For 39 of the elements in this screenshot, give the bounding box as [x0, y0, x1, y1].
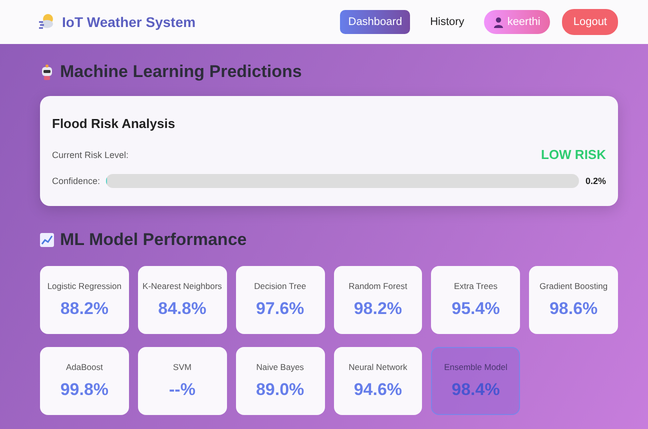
model-accuracy: 98.4%: [452, 380, 500, 400]
model-name: Naive Bayes: [256, 362, 304, 372]
section-title: Machine Learning Predictions: [60, 62, 302, 82]
logout-button[interactable]: Logout: [562, 9, 618, 35]
section-title: ML Model Performance: [60, 230, 247, 250]
model-accuracy: 88.2%: [60, 299, 109, 319]
model-name: Ensemble Model: [444, 362, 508, 372]
model-name: Logistic Regression: [47, 281, 122, 291]
brand-title: IoT Weather System: [62, 14, 196, 30]
model-name: Gradient Boosting: [540, 281, 608, 291]
user-badge[interactable]: keerthi: [484, 10, 550, 34]
model-name: Extra Trees: [454, 281, 498, 291]
model-accuracy: --%: [169, 380, 196, 400]
model-accuracy: 98.2%: [354, 299, 402, 319]
user-name: keerthi: [507, 16, 540, 28]
model-accuracy: 94.6%: [354, 380, 402, 400]
model-name: AdaBoost: [66, 362, 103, 372]
model-accuracy: 97.6%: [256, 299, 304, 319]
cloud-icon: [38, 13, 54, 31]
nav-link[interactable]: History: [422, 10, 472, 34]
model-name: Random Forest: [348, 281, 408, 291]
model-name: Decision Tree: [254, 281, 306, 291]
model-name: K-Nearest Neighbors: [142, 281, 222, 291]
model-name: Neural Network: [348, 362, 408, 372]
model-accuracy: 95.4%: [452, 299, 500, 319]
robot-icon: [40, 64, 54, 80]
risk-label: Current Risk Level:: [52, 150, 129, 160]
model-accuracy: 84.8%: [158, 299, 206, 319]
nav-link[interactable]: Dashboard: [340, 10, 410, 34]
confidence-label: Confidence:: [52, 176, 100, 186]
card-title: Flood Risk Analysis: [52, 116, 176, 131]
confidence-reading: 0.2%: [585, 176, 606, 186]
risk-value: LOW RISK: [541, 147, 606, 162]
model-accuracy: 98.6%: [549, 299, 598, 319]
model-accuracy: 89.0%: [256, 380, 304, 400]
model-accuracy: 99.8%: [60, 380, 109, 400]
model-name: SVM: [173, 362, 192, 372]
user-icon: [494, 16, 504, 28]
chart-icon: [40, 233, 54, 247]
